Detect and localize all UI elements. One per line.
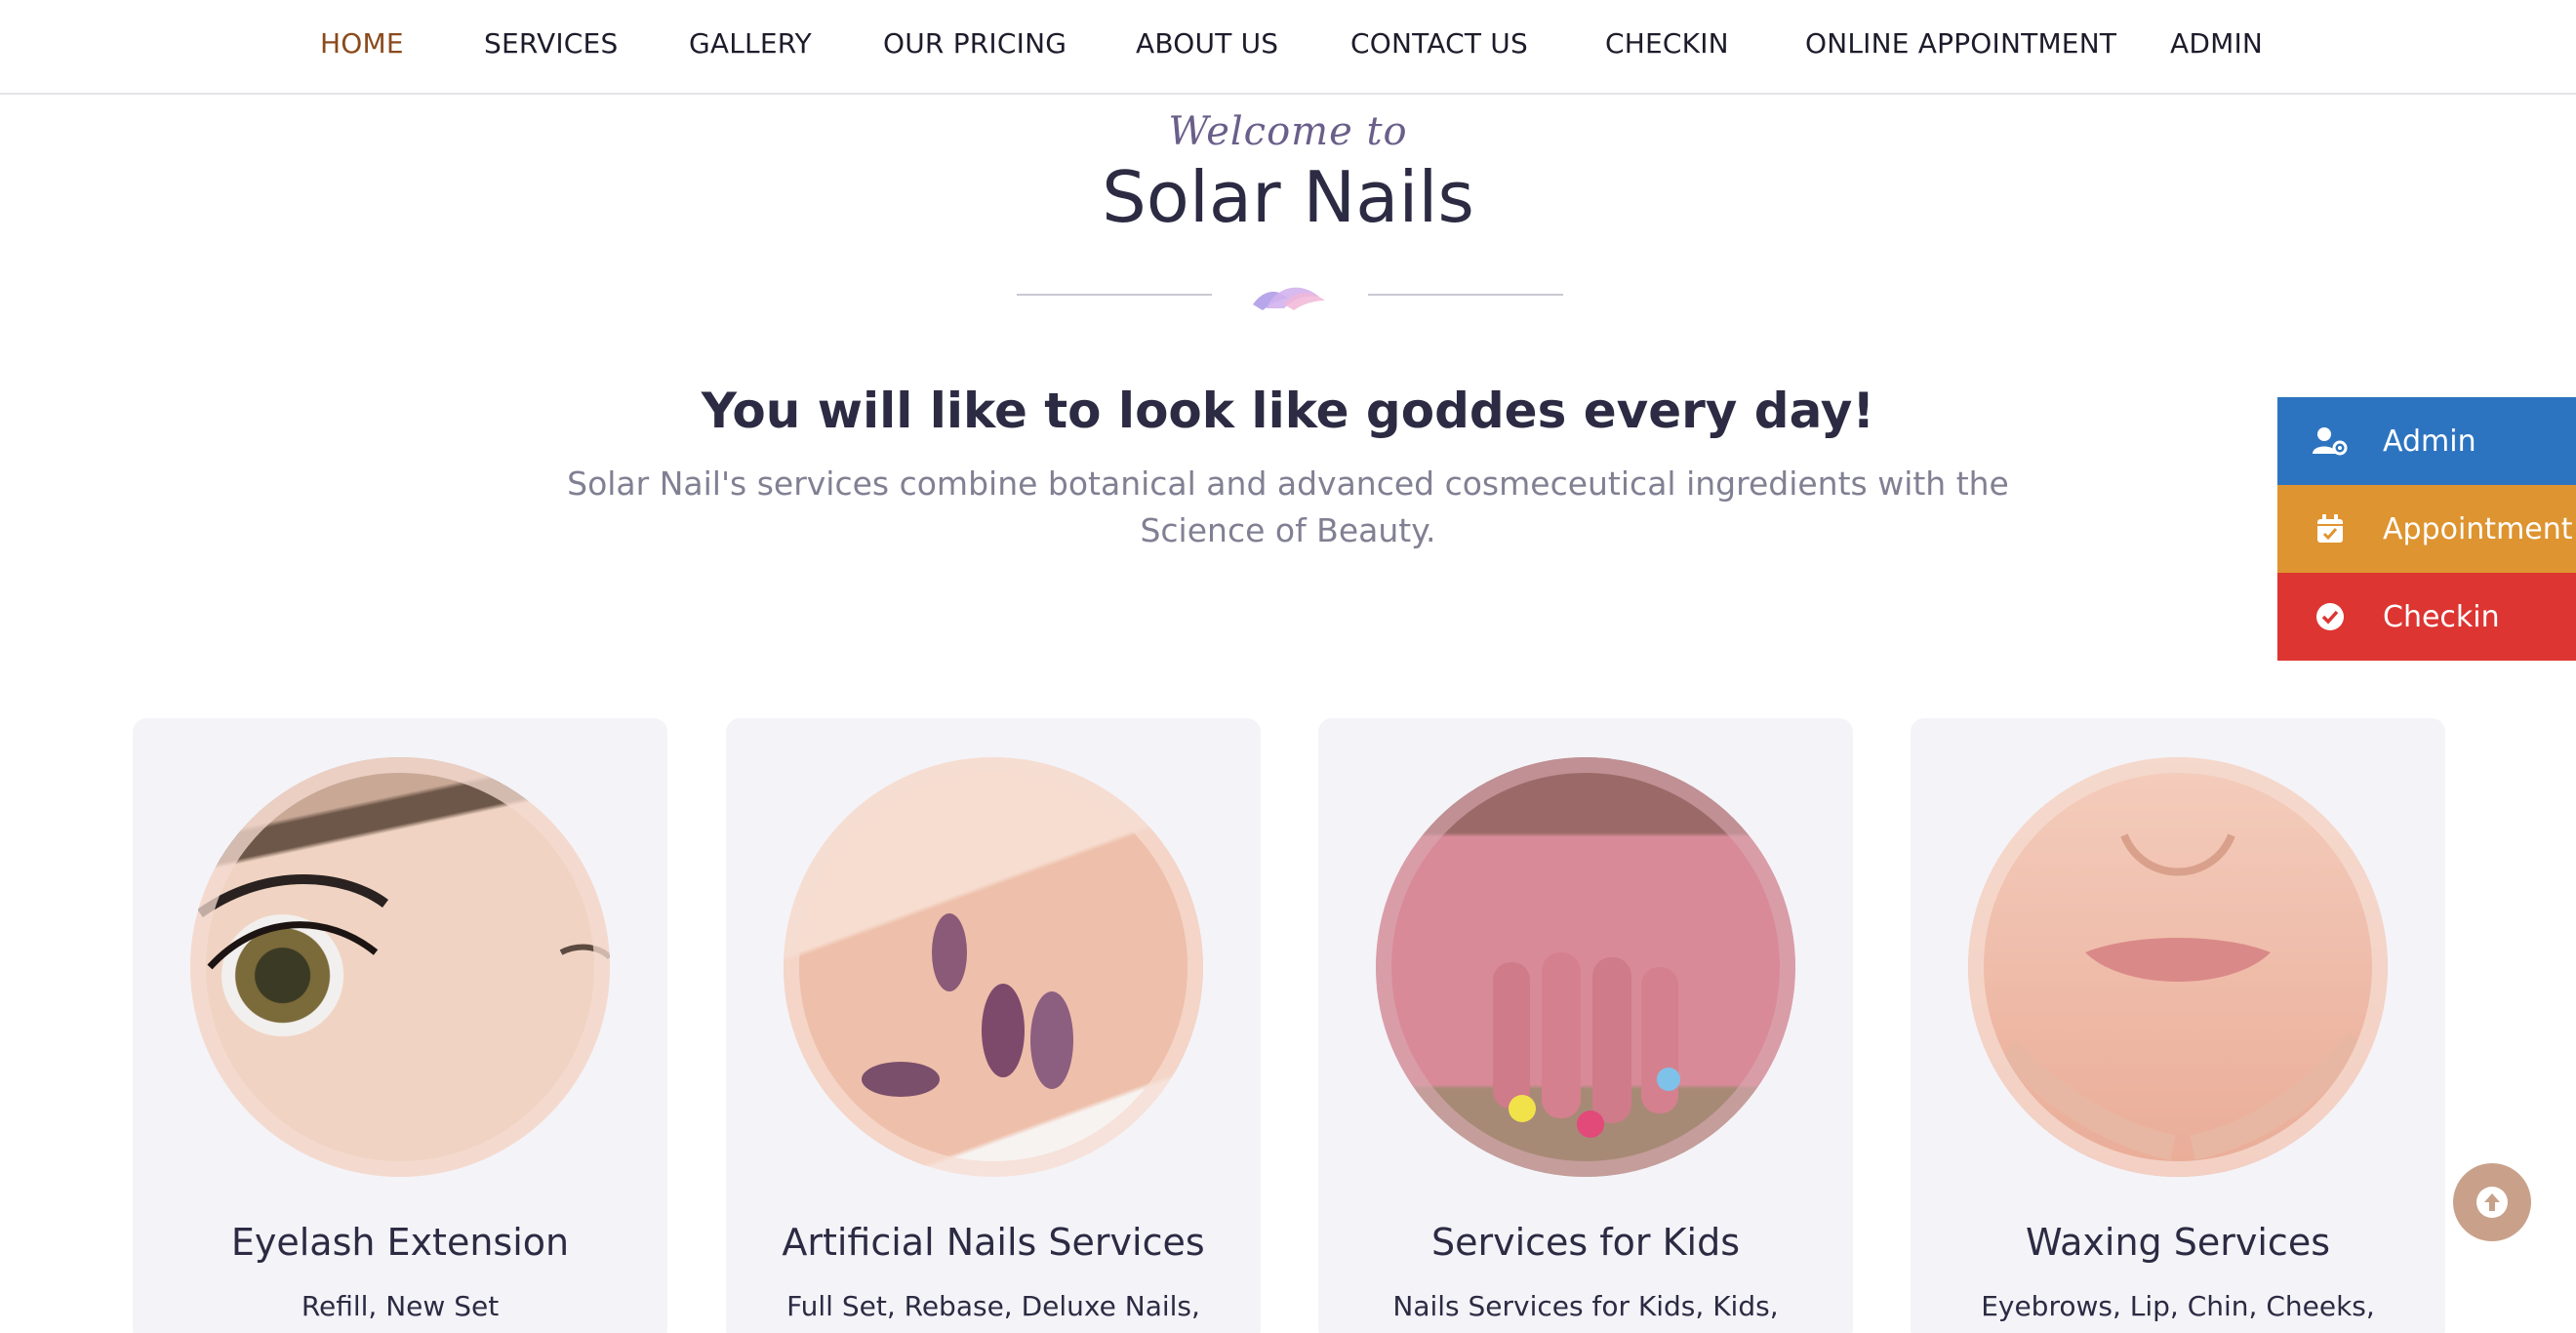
eyelash-photo: [190, 757, 610, 1177]
nav-item-home[interactable]: HOME: [320, 27, 404, 60]
nav-item-our-pricing[interactable]: OUR PRICING: [883, 27, 1067, 60]
nav-item-online-appointment[interactable]: ONLINE APPOINTMENT: [1805, 27, 2116, 60]
nav-item-gallery[interactable]: GALLERY: [689, 27, 812, 60]
service-title: Artificial Nails Services: [782, 1221, 1205, 1264]
check-circle-icon: [2277, 602, 2383, 631]
service-card-kids[interactable]: Services for Kids Nails Services for Kid…: [1318, 718, 1853, 1333]
service-card-artificial-nails[interactable]: Artificial Nails Services Full Set, Reba…: [726, 718, 1261, 1333]
welcome-script-text: Welcome to: [1168, 109, 1408, 154]
service-subtitle: Refill, New Set: [301, 1290, 500, 1322]
side-admin-label: Admin: [2383, 424, 2476, 459]
service-subtitle: Nails Services for Kids, Kids,: [1392, 1290, 1779, 1322]
top-navigation: HOME SERVICES GALLERY OUR PRICING ABOUT …: [0, 0, 2576, 95]
nav-item-checkin[interactable]: CHECKIN: [1605, 27, 1729, 60]
nav-item-services[interactable]: SERVICES: [484, 27, 618, 60]
kids-nails-photo: [1376, 757, 1795, 1177]
user-gear-icon: [2277, 426, 2383, 456]
intro-description: Solar Nail's services combine botanical …: [567, 465, 2009, 549]
calendar-check-icon: [2277, 514, 2383, 544]
nav-item-contact-us[interactable]: CONTACT US: [1350, 27, 1528, 60]
side-checkin-button[interactable]: Checkin: [2277, 573, 2576, 661]
service-title: Waxing Services: [2026, 1221, 2330, 1264]
divider-line-left: [1017, 294, 1212, 296]
page-title: Solar Nails: [1102, 156, 1474, 238]
service-title: Eyelash Extension: [230, 1221, 570, 1264]
service-subtitle: Full Set, Rebase, Deluxe Nails,: [786, 1290, 1200, 1322]
waxing-photo: [1968, 757, 2388, 1177]
service-subtitle: Eyebrows, Lip, Chin, Cheeks,: [1981, 1290, 2375, 1322]
divider-line-right: [1368, 294, 1563, 296]
side-appointment-button[interactable]: Appointment: [2277, 485, 2576, 573]
lotus-ornament-icon: [1253, 287, 1325, 310]
artificial-nails-photo: [784, 757, 1203, 1177]
nav-item-admin[interactable]: ADMIN: [2170, 27, 2263, 60]
nav-item-about-us[interactable]: ABOUT US: [1136, 27, 1278, 60]
tagline-heading: You will like to look like goddes every …: [701, 383, 1875, 439]
back-to-top-button[interactable]: [2453, 1163, 2531, 1241]
side-appointment-label: Appointment: [2383, 511, 2573, 546]
side-admin-button[interactable]: Admin: [2277, 397, 2576, 485]
service-card-eyelash[interactable]: Eyelash Extension Refill, New Set: [133, 718, 667, 1333]
arrow-up-icon: [2476, 1187, 2508, 1218]
service-title: Services for Kids: [1430, 1221, 1741, 1264]
side-checkin-label: Checkin: [2383, 599, 2500, 634]
service-card-waxing[interactable]: Waxing Services Eyebrows, Lip, Chin, Che…: [1911, 718, 2445, 1333]
